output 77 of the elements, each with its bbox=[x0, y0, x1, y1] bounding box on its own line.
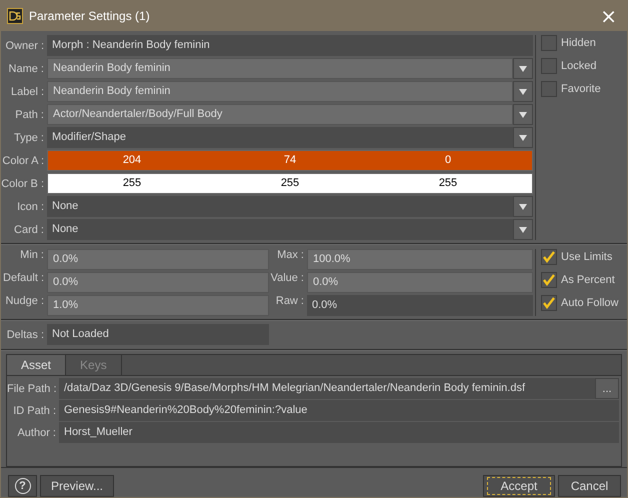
number-field[interactable]: 0.0% bbox=[307, 272, 533, 293]
field-label: Value : bbox=[270, 272, 305, 286]
color-channel-value: 255 bbox=[438, 176, 458, 191]
checkbox[interactable] bbox=[541, 35, 557, 51]
color-channel-value: 255 bbox=[280, 176, 300, 191]
tab[interactable]: Asset bbox=[7, 355, 66, 375]
caret-down-icon bbox=[519, 66, 527, 72]
field-label: File Path : bbox=[7, 382, 58, 394]
dropdown-button[interactable] bbox=[513, 219, 533, 240]
caret-down-icon bbox=[519, 112, 527, 118]
checkbox[interactable] bbox=[541, 58, 557, 74]
field-label: Color A : bbox=[1, 154, 45, 166]
select-field[interactable]: Neanderin Body feminin bbox=[47, 58, 513, 79]
checkbox[interactable] bbox=[541, 272, 557, 288]
field-label: Author : bbox=[16, 426, 57, 438]
checkbox[interactable] bbox=[541, 81, 557, 97]
select-field[interactable]: Neanderin Body feminin bbox=[47, 81, 513, 102]
select-field[interactable]: None bbox=[47, 196, 513, 217]
dropdown-button[interactable] bbox=[513, 127, 533, 148]
field-label: Deltas : bbox=[6, 328, 45, 340]
checkbox-label: Locked bbox=[561, 60, 596, 72]
caret-down-icon bbox=[519, 226, 527, 232]
color-channel-value: 255 bbox=[122, 176, 142, 191]
checkbox[interactable] bbox=[541, 295, 557, 311]
caret-down-icon bbox=[519, 134, 527, 140]
field-label: Raw : bbox=[274, 295, 305, 309]
field-label: ID Path : bbox=[12, 404, 57, 416]
color-field[interactable]: 204 74 0 bbox=[47, 150, 533, 171]
checkbox-label: Hidden bbox=[561, 37, 596, 49]
number-field[interactable]: 0.0% bbox=[47, 249, 269, 270]
field-label: Owner : bbox=[4, 40, 45, 52]
field-label: Nudge : bbox=[4, 295, 45, 309]
field-label: Path : bbox=[14, 108, 45, 120]
dropdown-button[interactable] bbox=[513, 81, 533, 102]
browse-button[interactable]: ... bbox=[595, 378, 619, 399]
field-label: Max : bbox=[276, 249, 305, 263]
path-field: Horst_Mueller bbox=[59, 422, 619, 443]
preview-button[interactable]: Preview... bbox=[40, 475, 114, 497]
dropdown-button[interactable] bbox=[513, 58, 533, 79]
app-logo-icon bbox=[7, 8, 23, 24]
close-button[interactable]: × bbox=[596, 6, 621, 26]
field-label: Default : bbox=[2, 272, 45, 286]
dropdown-button[interactable] bbox=[513, 104, 533, 125]
caret-down-icon bbox=[519, 88, 527, 94]
field-label: Icon : bbox=[16, 200, 45, 212]
field-label: Min : bbox=[19, 249, 45, 263]
number-field[interactable]: 100.0% bbox=[307, 249, 533, 270]
deltas-field: Not Loaded bbox=[47, 324, 269, 345]
help-button[interactable]: ? bbox=[8, 475, 37, 497]
field-label: Type : bbox=[13, 132, 45, 144]
checkbox-label: Use Limits bbox=[561, 251, 612, 263]
path-field: /data/Daz 3D/Genesis 9/Base/Morphs/HM Melegrian/Neandertaler/Neanderin Body feminin.dsf bbox=[59, 378, 595, 399]
number-field[interactable]: 1.0% bbox=[47, 295, 269, 316]
field-label: Label : bbox=[10, 86, 45, 98]
path-field: Genesis9#Neanderin%20Body%20feminin:?value bbox=[59, 400, 619, 421]
checkbox[interactable] bbox=[541, 249, 557, 265]
color-channel-value: 204 bbox=[122, 153, 142, 168]
accept-button[interactable]: Accept bbox=[483, 475, 555, 497]
select-field[interactable]: Actor/Neandertaler/Body/Full Body bbox=[47, 104, 513, 125]
field-label: Name : bbox=[8, 62, 45, 74]
cancel-button[interactable]: Cancel bbox=[558, 475, 621, 497]
checkbox-label: Favorite bbox=[561, 83, 601, 95]
owner-field: Morph : Neanderin Body feminin bbox=[47, 35, 533, 56]
color-field[interactable]: 255 255 255 bbox=[47, 173, 533, 194]
select-field[interactable]: None bbox=[47, 219, 513, 240]
color-channel-value: 0 bbox=[444, 153, 452, 168]
select-field[interactable]: Modifier/Shape bbox=[47, 127, 513, 148]
number-field[interactable]: 0.0% bbox=[47, 272, 269, 293]
checkbox-label: Auto Follow bbox=[561, 297, 618, 309]
dropdown-button[interactable] bbox=[513, 196, 533, 217]
color-channel-value: 74 bbox=[282, 153, 298, 168]
caret-down-icon bbox=[519, 204, 527, 210]
number-field: 0.0% bbox=[307, 295, 533, 316]
field-label: Color B : bbox=[1, 178, 45, 190]
window-title: Parameter Settings (1) bbox=[29, 8, 151, 22]
checkbox-label: As Percent bbox=[561, 274, 615, 286]
field-label: Card : bbox=[13, 224, 45, 236]
